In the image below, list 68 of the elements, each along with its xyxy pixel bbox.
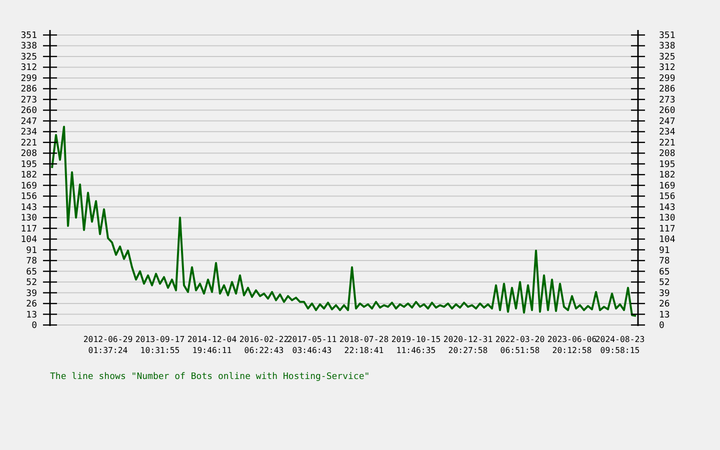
y-tick-label: 325 <box>659 52 676 62</box>
y-tick-label: 78 <box>26 256 37 267</box>
y-tick-label: 182 <box>659 170 676 181</box>
y-tick-label: 0 <box>32 321 37 331</box>
y-tick-label: 169 <box>659 181 676 192</box>
y-tick-label: 351 <box>20 31 37 41</box>
y-tick-label: 130 <box>659 214 676 224</box>
y-tick-label: 312 <box>659 63 676 74</box>
y-tick-label: 208 <box>20 149 37 160</box>
y-tick-label: 195 <box>659 160 676 170</box>
x-tick-label: 2022-03-20 06:51:58 <box>495 334 545 355</box>
y-tick-label: 0 <box>659 321 664 331</box>
y-tick-label: 312 <box>20 63 37 74</box>
y-tick-label: 234 <box>659 128 676 138</box>
y-tick-label: 130 <box>20 214 37 224</box>
y-tick-label: 299 <box>659 74 676 84</box>
y-tick-label: 65 <box>26 267 37 278</box>
y-tick-label: 156 <box>659 192 676 202</box>
y-tick-label: 13 <box>659 310 670 320</box>
y-tick-label: 39 <box>659 288 670 299</box>
y-tick-label: 117 <box>659 224 676 234</box>
y-tick-label: 91 <box>659 246 670 256</box>
y-tick-label: 91 <box>26 246 37 256</box>
x-tick-label: 2014-12-04 19:46:11 <box>187 334 237 355</box>
y-tick-label: 65 <box>659 267 670 278</box>
y-tick-label: 299 <box>20 74 37 84</box>
y-tick-label: 117 <box>20 224 37 234</box>
x-tick-label: 2023-06-06 20:12:58 <box>547 334 597 355</box>
y-tick-label: 286 <box>659 84 676 95</box>
y-tick-label: 52 <box>26 278 37 288</box>
x-tick-label: 2019-10-15 11:46:35 <box>391 334 441 355</box>
y-tick-label: 351 <box>659 31 676 41</box>
y-tick-label: 169 <box>20 181 37 192</box>
x-tick-label: 2018-07-28 22:18:41 <box>339 334 389 355</box>
x-tick-label: 2024-08-23 09:58:15 <box>595 334 645 355</box>
y-tick-label: 208 <box>659 149 676 160</box>
y-tick-label: 260 <box>20 106 37 116</box>
y-tick-label: 221 <box>20 138 37 148</box>
chart-caption: The line shows "Number of Bots online with Hosting-Service" <box>49 372 371 382</box>
y-tick-label: 247 <box>20 116 37 127</box>
y-tick-label: 221 <box>659 138 676 148</box>
y-tick-label: 182 <box>20 170 37 181</box>
x-tick-label: 2017-05-11 03:46:43 <box>287 334 337 355</box>
y-tick-label: 273 <box>20 95 37 106</box>
y-tick-label: 286 <box>20 84 37 95</box>
y-tick-label: 104 <box>659 235 676 246</box>
y-tick-label: 338 <box>20 42 37 52</box>
y-tick-label: 26 <box>26 300 37 310</box>
x-tick-label: 2013-09-17 10:31:55 <box>135 334 185 355</box>
y-tick-label: 234 <box>20 128 37 138</box>
y-tick-label: 338 <box>659 42 676 52</box>
x-tick-label: 2020-12-31 20:27:58 <box>443 334 493 355</box>
y-tick-label: 26 <box>659 300 670 310</box>
y-tick-label: 195 <box>20 160 37 170</box>
y-tick-label: 78 <box>659 256 670 267</box>
y-tick-label: 39 <box>26 288 37 299</box>
y-tick-label: 156 <box>20 192 37 202</box>
x-tick-label: 2016-02-22 06:22:43 <box>239 334 289 355</box>
y-tick-label: 52 <box>659 278 670 288</box>
x-tick-label: 2012-06-29 01:37:24 <box>83 334 133 355</box>
y-tick-label: 273 <box>659 95 676 106</box>
y-tick-label: 143 <box>20 202 37 213</box>
y-tick-label: 260 <box>659 106 676 116</box>
y-tick-label: 247 <box>659 116 676 127</box>
y-tick-label: 325 <box>20 52 37 62</box>
y-tick-label: 104 <box>20 235 37 246</box>
y-tick-label: 13 <box>26 310 37 320</box>
y-tick-label: 143 <box>659 202 676 213</box>
